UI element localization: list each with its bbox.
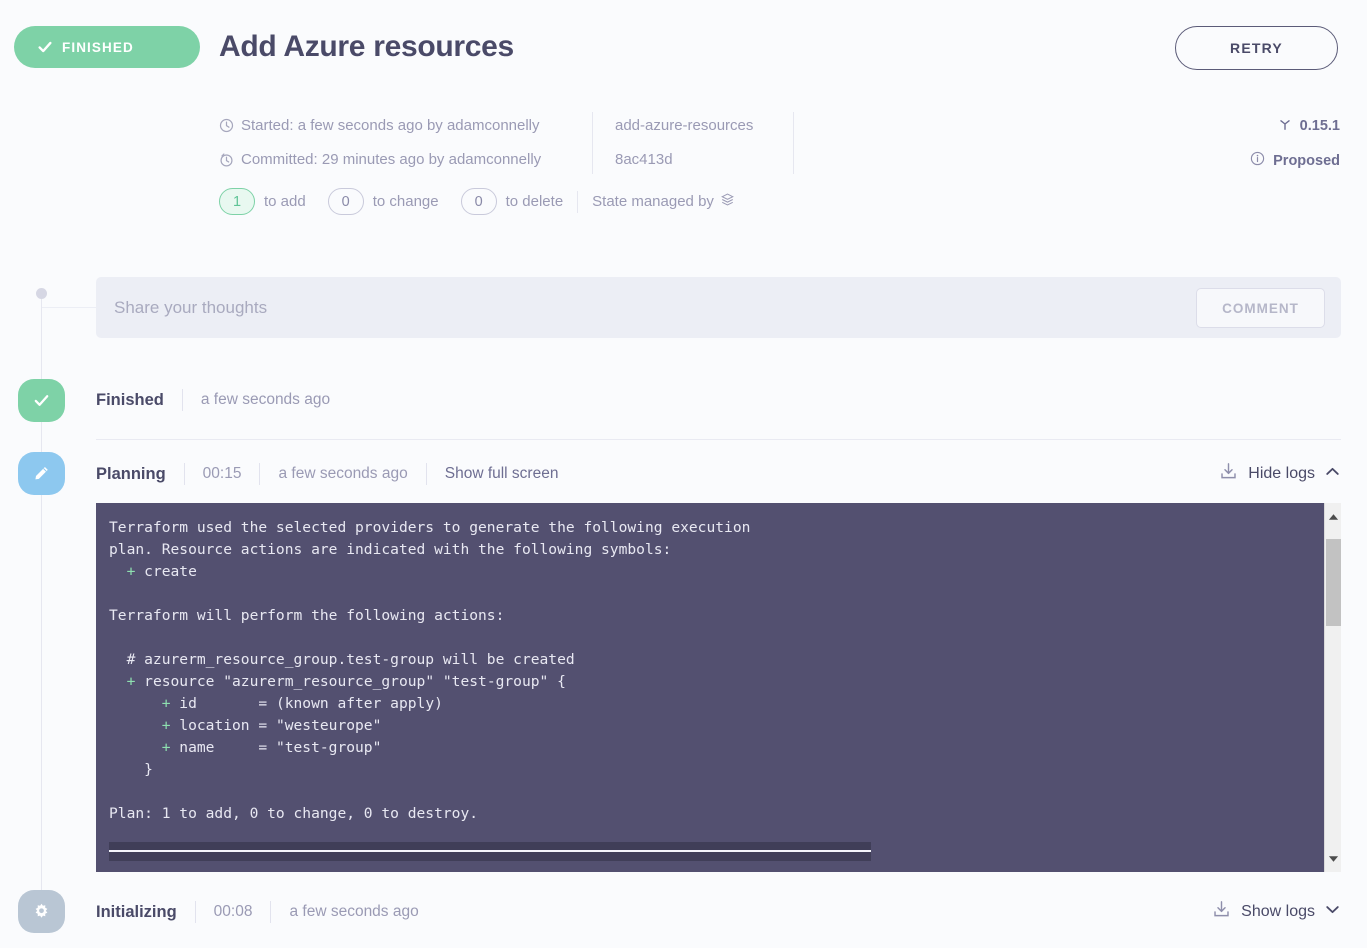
- phase-time-initializing: a few seconds ago: [289, 903, 419, 920]
- timeline-node-initializing: [18, 890, 65, 933]
- h-thumb-bottom[interactable]: [109, 852, 871, 861]
- phase-sep: [259, 463, 261, 485]
- meta-divider-2: [793, 112, 794, 174]
- meta-version-text: 0.15.1: [1299, 118, 1340, 134]
- count-label-add: to add: [264, 193, 306, 210]
- stopwatch-icon: [219, 152, 234, 167]
- phase-name-finished: Finished: [96, 390, 164, 409]
- gear-icon: [35, 903, 48, 918]
- page-header: FINISHED Add Azure resources RETRY: [0, 0, 1367, 95]
- pencil-icon: [35, 467, 48, 480]
- show-logs-label[interactable]: Show logs: [1241, 903, 1315, 921]
- meta-started-text: Started: a few seconds ago by adamconnel…: [241, 117, 540, 134]
- count-label-change: to change: [372, 193, 439, 210]
- meta-committed-text: Committed: 29 minutes ago by adamconnell…: [241, 151, 542, 168]
- count-chip-add: 1: [219, 188, 255, 215]
- hide-logs-control[interactable]: Hide logs: [1218, 461, 1341, 487]
- phase-row-initializing: Initializing 00:08 a few seconds ago Sho…: [96, 891, 1341, 933]
- status-badge-finished: FINISHED: [14, 26, 200, 68]
- chevron-up-icon[interactable]: [1324, 463, 1341, 485]
- state-managed-by: State managed by: [592, 192, 735, 211]
- timeline-node-finished: [18, 379, 65, 422]
- retry-button[interactable]: RETRY: [1175, 26, 1338, 70]
- count-label-delete: to delete: [505, 193, 564, 210]
- chevron-down-icon[interactable]: [1324, 901, 1341, 923]
- phase-name-planning: Planning: [96, 464, 166, 483]
- timeline-node-planning: [18, 452, 65, 495]
- timeline-connector: [42, 307, 96, 308]
- meta-divider-1: [592, 112, 593, 174]
- counts-divider: [577, 190, 579, 213]
- meta-state-text: Proposed: [1273, 152, 1340, 169]
- phase-time-finished: a few seconds ago: [200, 391, 331, 408]
- download-icon[interactable]: [1211, 899, 1232, 925]
- meta-committed: Committed: 29 minutes ago by adamconnell…: [219, 151, 541, 168]
- comment-submit-button[interactable]: COMMENT: [1196, 288, 1325, 328]
- meta-commit[interactable]: 8ac413d: [615, 151, 673, 168]
- status-badge-label: FINISHED: [62, 39, 134, 55]
- phase-sep: [194, 901, 196, 923]
- count-chip-change: 0: [327, 188, 364, 215]
- meta-version-group: 0.15.1: [1278, 117, 1340, 135]
- phase-divider-1: [96, 439, 1341, 440]
- terminal-log-panel: Terraform used the selected providers to…: [96, 503, 1341, 872]
- check-icon: [34, 395, 49, 406]
- terminal-log-text: Terraform used the selected providers to…: [109, 519, 751, 822]
- vertical-scroll-thumb[interactable]: [1326, 539, 1341, 626]
- phase-duration-initializing: 00:08: [213, 903, 253, 920]
- phase-sep: [270, 901, 272, 923]
- check-icon: [38, 41, 52, 53]
- comment-input[interactable]: [114, 277, 1184, 338]
- meta-state-group: Proposed: [1250, 151, 1340, 170]
- run-detail-page: FINISHED Add Azure resources RETRY Start…: [0, 0, 1367, 948]
- meta-branch[interactable]: add-azure-resources: [615, 117, 753, 134]
- resource-counts: 1 to add 0 to change 0 to delete State m…: [219, 188, 735, 215]
- scroll-down-arrow-icon[interactable]: [1325, 850, 1341, 867]
- info-icon: [1250, 151, 1265, 170]
- h-thumb-top[interactable]: [109, 842, 871, 850]
- hide-logs-label[interactable]: Hide logs: [1248, 465, 1315, 483]
- phase-time-planning: a few seconds ago: [278, 465, 408, 482]
- phase-sep: [425, 463, 427, 485]
- phase-name-initializing: Initializing: [96, 902, 177, 921]
- phase-row-planning: Planning 00:15 a few seconds ago Show fu…: [96, 453, 1341, 495]
- clock-icon: [219, 118, 234, 133]
- download-icon[interactable]: [1218, 461, 1239, 487]
- comment-box: COMMENT: [96, 277, 1341, 338]
- terminal-horizontal-scrollbar[interactable]: [109, 842, 871, 864]
- timeline-dot: [36, 288, 47, 299]
- show-full-screen-link[interactable]: Show full screen: [445, 465, 559, 483]
- scroll-up-arrow-icon[interactable]: [1325, 508, 1341, 525]
- meta-started: Started: a few seconds ago by adamconnel…: [219, 117, 540, 134]
- terminal-vertical-scrollbar[interactable]: [1324, 503, 1341, 872]
- phase-sep: [183, 463, 185, 485]
- stack-layers-icon: [720, 192, 735, 211]
- state-managed-by-label: State managed by: [592, 193, 714, 210]
- terraform-version-icon: [1278, 117, 1292, 135]
- show-logs-control[interactable]: Show logs: [1211, 899, 1341, 925]
- page-title: Add Azure resources: [219, 30, 514, 63]
- count-chip-delete: 0: [460, 188, 497, 215]
- phase-duration-planning: 00:15: [202, 465, 242, 482]
- phase-sep: [181, 389, 183, 411]
- phase-row-finished: Finished a few seconds ago: [96, 379, 1341, 421]
